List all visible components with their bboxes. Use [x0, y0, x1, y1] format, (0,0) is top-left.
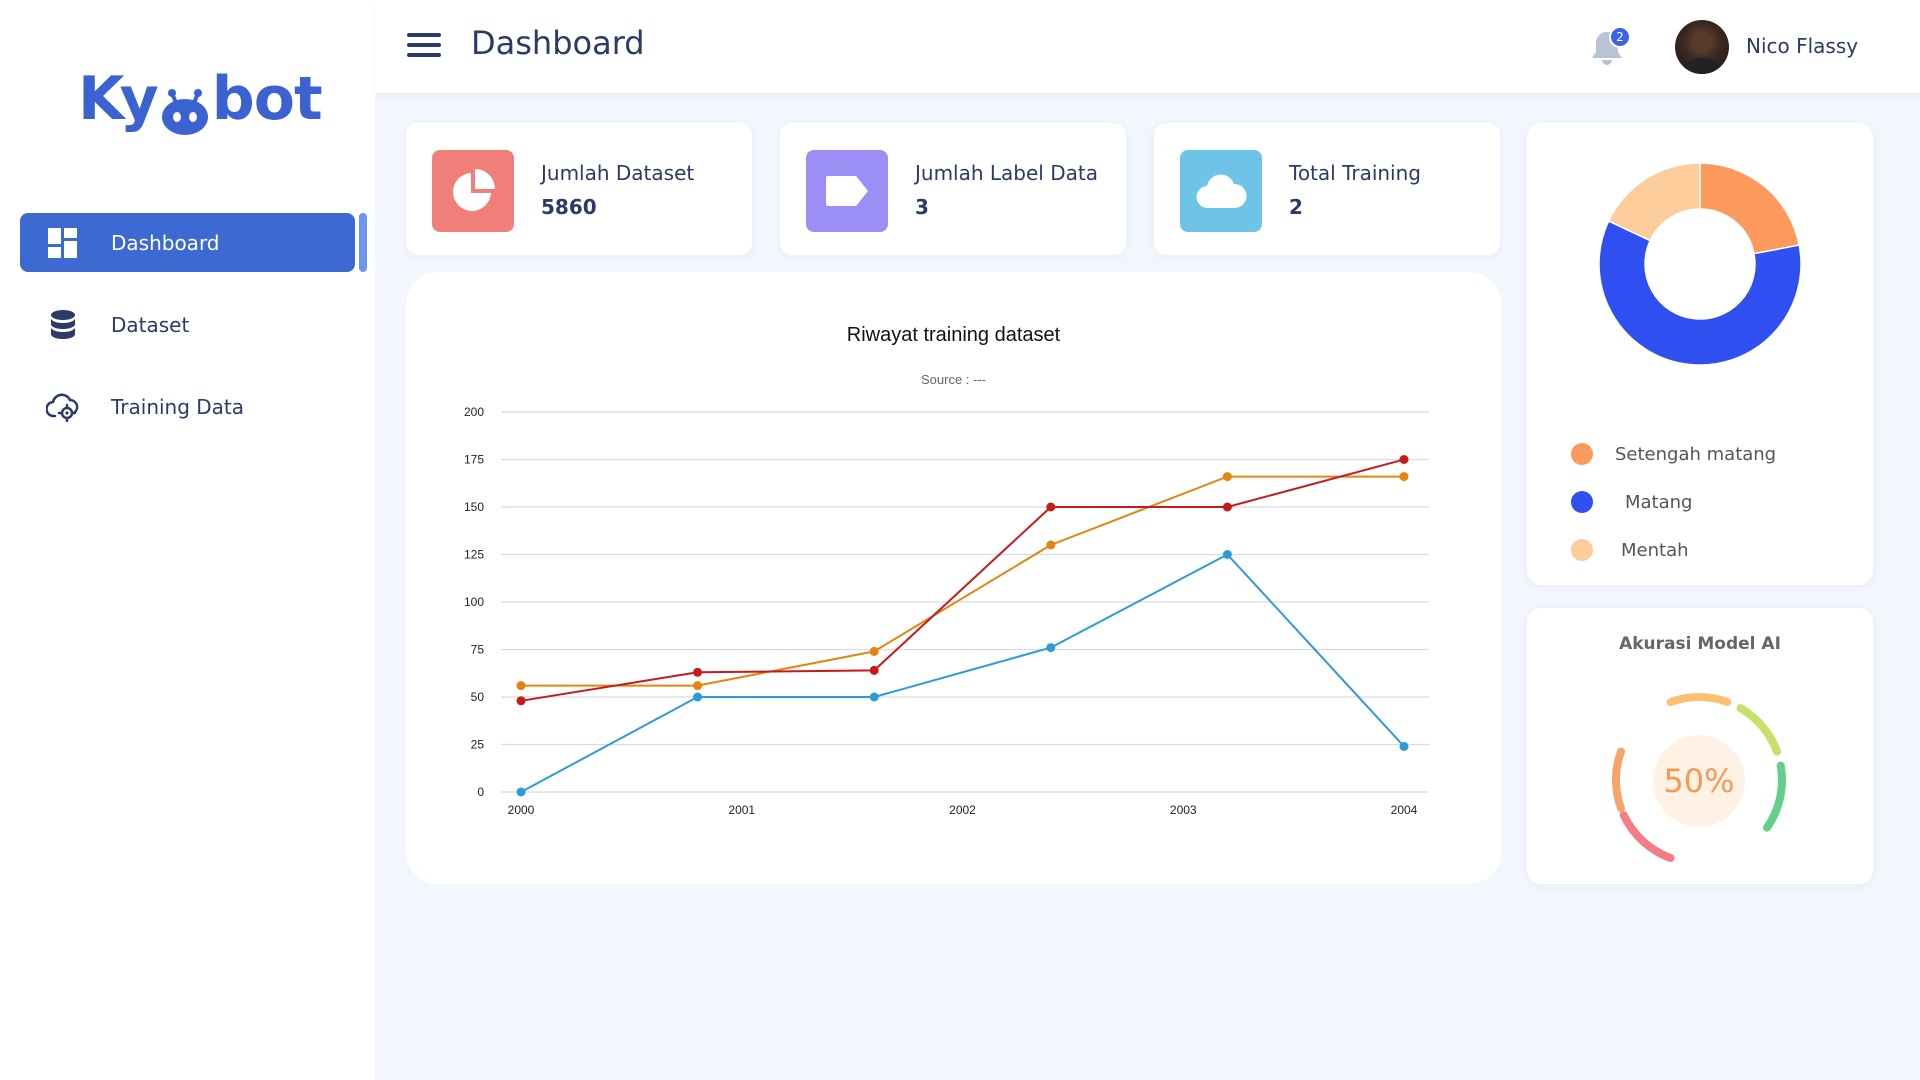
- legend-dot: [1571, 539, 1593, 561]
- data-point[interactable]: [1046, 540, 1056, 550]
- data-point[interactable]: [1222, 550, 1232, 559]
- robot-icon: [160, 82, 210, 135]
- sidebar-item-label: Training Data: [111, 394, 245, 419]
- stat-value: 3: [915, 195, 929, 219]
- user-name[interactable]: Nico Flassy: [1746, 34, 1858, 58]
- legend-label: Mentah: [1621, 539, 1689, 561]
- x-tick-label: 2004: [1391, 803, 1418, 817]
- training-history-chart-card: Riwayat training dataset Source : --- 02…: [406, 272, 1501, 884]
- top-header: Dashboard 2 Nico Flassy: [375, 0, 1920, 93]
- sidebar-item-dataset[interactable]: Dataset: [20, 295, 368, 354]
- data-point[interactable]: [1222, 472, 1232, 482]
- logo-text-left: Ky: [78, 64, 159, 134]
- data-point[interactable]: [516, 787, 526, 797]
- series-line: [520, 553, 1405, 793]
- data-point[interactable]: [1046, 502, 1056, 512]
- y-tick-label: 75: [471, 643, 485, 657]
- x-tick-label: 2001: [728, 803, 755, 817]
- data-point[interactable]: [1399, 472, 1409, 482]
- y-tick-label: 175: [464, 453, 484, 467]
- sidebar-item-label: Dashboard: [111, 230, 220, 255]
- ai-accuracy-card: Akurasi Model AI 50%: [1527, 608, 1873, 884]
- app-logo[interactable]: Ky bot: [78, 64, 323, 135]
- data-point[interactable]: [1399, 455, 1409, 464]
- legend-item: Mentah: [1571, 526, 1776, 574]
- gauge-segment: [1736, 704, 1781, 756]
- y-tick-label: 125: [464, 548, 484, 562]
- notification-badge: 2: [1609, 26, 1631, 48]
- y-tick-label: 200: [464, 405, 484, 419]
- cloud-gear-icon: [46, 390, 80, 424]
- stat-title: Jumlah Label Data: [915, 161, 1098, 185]
- y-tick-label: 50: [471, 690, 485, 704]
- data-point[interactable]: [869, 665, 879, 675]
- stat-title: Jumlah Dataset: [541, 161, 695, 185]
- sidebar-nav: Dashboard Dataset Training Data: [20, 213, 368, 459]
- donut-slice[interactable]: [1699, 162, 1801, 255]
- data-point[interactable]: [1222, 502, 1232, 512]
- data-point[interactable]: [693, 681, 703, 691]
- gauge-segment: [1762, 761, 1786, 832]
- series-line: [520, 458, 1405, 702]
- series-line: [521, 475, 1404, 687]
- ripeness-donut-card: Setengah matang Matang Mentah: [1527, 123, 1873, 585]
- database-icon: [46, 308, 80, 342]
- page-title: Dashboard: [471, 24, 645, 62]
- user-avatar[interactable]: [1675, 20, 1729, 74]
- stat-value: 5860: [541, 195, 597, 219]
- cloud-icon: [1180, 150, 1262, 232]
- data-point[interactable]: [516, 681, 526, 691]
- legend-label: Matang: [1625, 491, 1693, 513]
- stat-value: 2: [1289, 195, 1303, 219]
- stat-card-dataset: Jumlah Dataset 5860: [406, 123, 752, 255]
- donut-chart: [1598, 162, 1802, 366]
- dashboard-icon: [46, 226, 80, 260]
- y-tick-label: 100: [464, 595, 484, 609]
- logo-text-right: bot: [211, 64, 323, 134]
- notification-bell-icon[interactable]: 2: [1589, 26, 1631, 68]
- y-tick-label: 0: [477, 785, 484, 799]
- sidebar-item-training-data[interactable]: Training Data: [20, 377, 368, 436]
- data-point[interactable]: [693, 692, 703, 702]
- label-tag-icon: [806, 150, 888, 232]
- x-tick-label: 2003: [1170, 803, 1197, 817]
- donut-legend: Setengah matang Matang Mentah: [1571, 430, 1776, 574]
- legend-dot: [1571, 443, 1593, 465]
- menu-toggle-icon[interactable]: [407, 33, 441, 61]
- gauge-segment: [1619, 811, 1675, 862]
- legend-item: Matang: [1571, 478, 1776, 526]
- active-indicator: [359, 213, 367, 272]
- line-chart: 0 25 50 75 100 125 150 175 200 2000 2001 2002 2003 20…: [464, 405, 1429, 817]
- gauge-segment: [1612, 747, 1626, 813]
- stat-card-labels: Jumlah Label Data 3: [780, 123, 1126, 255]
- data-point[interactable]: [693, 667, 703, 677]
- accuracy-value: 50%: [1653, 735, 1745, 827]
- stat-title: Total Training: [1289, 161, 1421, 185]
- data-point[interactable]: [516, 696, 526, 706]
- data-point[interactable]: [869, 646, 879, 656]
- legend-label: Setengah matang: [1615, 443, 1777, 465]
- sidebar-item-label: Dataset: [111, 312, 190, 337]
- stat-card-training: Total Training 2: [1154, 123, 1500, 255]
- data-point[interactable]: [1046, 643, 1056, 653]
- y-tick-label: 150: [464, 500, 484, 514]
- x-tick-label: 2002: [949, 803, 976, 817]
- legend-item: Setengah matang: [1571, 430, 1776, 478]
- y-tick-label: 25: [471, 738, 485, 752]
- gauge-segment: [1666, 693, 1732, 707]
- x-tick-label: 2000: [508, 803, 535, 817]
- pie-chart-icon: [432, 150, 514, 232]
- sidebar: Ky bot Dashboard Dataset Training Data: [0, 0, 375, 1080]
- data-point[interactable]: [869, 692, 879, 702]
- legend-dot: [1571, 491, 1593, 513]
- data-point[interactable]: [1399, 741, 1409, 751]
- sidebar-item-dashboard[interactable]: Dashboard: [20, 213, 367, 272]
